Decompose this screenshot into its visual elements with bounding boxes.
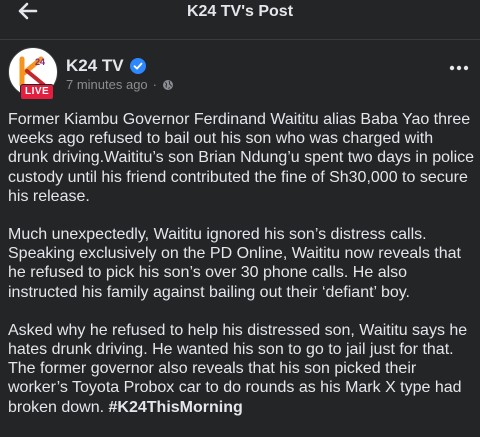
post-timestamp[interactable]: 7 minutes ago (66, 77, 148, 92)
top-bar: K24 TV's Post (0, 0, 480, 40)
post-paragraph: Much unexpectedly, Waititu ignored his s… (8, 226, 461, 301)
live-badge: LIVE (20, 84, 55, 100)
more-options-button[interactable] (446, 58, 472, 78)
separator-dot: · (152, 77, 158, 92)
hashtag-link[interactable]: #K24ThisMorning (109, 399, 243, 416)
ellipsis-icon (449, 65, 469, 71)
post-meta: 7 minutes ago · (66, 77, 174, 92)
post-text: Former Kiambu Governor Ferdinand Waititu… (8, 110, 476, 417)
post-paragraph-last: Asked why he refused to help his distres… (8, 321, 476, 417)
globe-icon (163, 79, 174, 90)
author-name[interactable]: K24 TV (66, 56, 124, 76)
post-paragraph: Former Kiambu Governor Ferdinand Waititu… (8, 111, 475, 205)
page-title: K24 TV's Post (186, 3, 294, 20)
author-name-row: K24 TV (66, 56, 146, 76)
verified-badge-icon (129, 58, 146, 74)
avatar-number: 24 (35, 57, 46, 67)
